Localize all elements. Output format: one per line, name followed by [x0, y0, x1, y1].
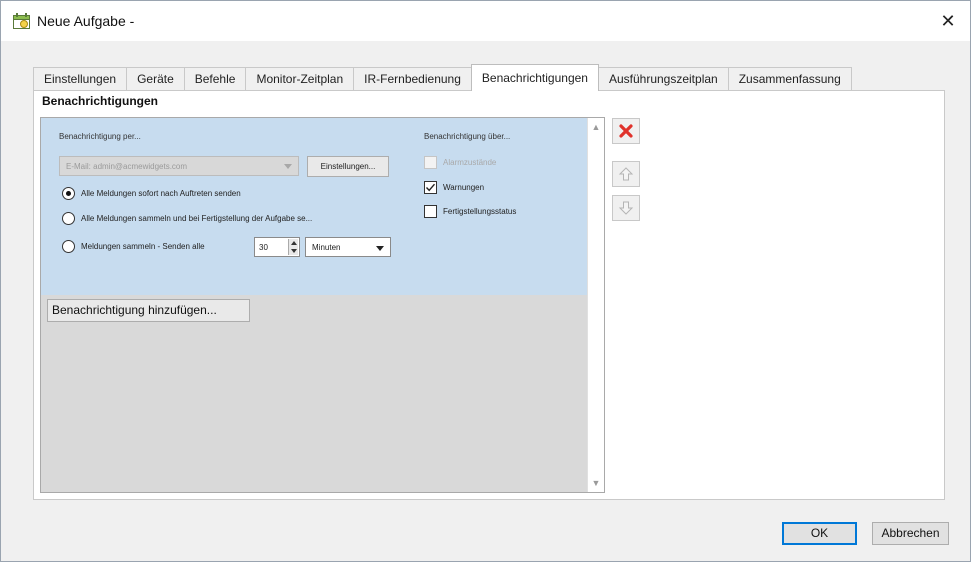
close-button[interactable]: ✕: [926, 1, 970, 41]
scroll-up-icon[interactable]: ▲: [591, 122, 601, 132]
ok-button[interactable]: OK: [782, 522, 857, 545]
notification-list: Benachrichtigung per... E-Mail: admin@ac…: [40, 117, 605, 493]
window-title: Neue Aufgabe -: [37, 13, 135, 29]
email-recipient-select[interactable]: E-Mail: admin@acmewidgets.com: [59, 156, 299, 176]
title-bar: Neue Aufgabe - ✕: [1, 1, 970, 41]
arrow-down-icon: [618, 201, 634, 215]
checkbox-alarmzustaende[interactable]: Alarmzustände: [424, 156, 496, 169]
radio-label: Alle Meldungen sofort nach Auftreten sen…: [81, 189, 241, 198]
tab-ir-fernbedienung[interactable]: IR-Fernbedienung: [353, 67, 472, 91]
checkbox[interactable]: [424, 156, 437, 169]
email-settings-button[interactable]: Einstellungen...: [307, 156, 389, 177]
add-notification-button[interactable]: Benachrichtigung hinzufügen...: [47, 299, 250, 322]
notify-about-label: Benachrichtigung über...: [424, 132, 511, 141]
chevron-down-icon: [376, 246, 384, 251]
tab-geraete[interactable]: Geräte: [126, 67, 185, 91]
tab-zusammenfassung[interactable]: Zusammenfassung: [727, 67, 852, 91]
tab-panel-benachrichtigungen: Benachrichtigungen Benachrichtigung per.…: [33, 90, 945, 500]
tab-monitor-zeitplan[interactable]: Monitor-Zeitplan: [245, 67, 355, 91]
interval-stepper[interactable]: 30: [254, 237, 300, 257]
checkbox[interactable]: [424, 205, 437, 218]
radio-collect-interval[interactable]: Meldungen sammeln - Senden alle: [62, 240, 205, 253]
notification-item[interactable]: Benachrichtigung per... E-Mail: admin@ac…: [41, 118, 587, 295]
tab-befehle[interactable]: Befehle: [183, 67, 247, 91]
radio-label: Meldungen sammeln - Senden alle: [81, 242, 205, 251]
radio-button[interactable]: [62, 240, 75, 253]
delete-icon: [619, 124, 633, 138]
cancel-button[interactable]: Abbrechen: [872, 522, 949, 545]
chevron-down-icon: [284, 164, 292, 169]
checkbox-checked[interactable]: [424, 181, 437, 194]
radio-send-immediately[interactable]: Alle Meldungen sofort nach Auftreten sen…: [62, 187, 241, 200]
task-app-icon: [13, 13, 30, 29]
radio-label: Alle Meldungen sammeln und bei Fertigste…: [81, 214, 313, 223]
arrow-up-icon: [618, 167, 634, 181]
list-scrollbar[interactable]: ▲ ▼: [587, 118, 604, 492]
checkbox-fertigstellungsstatus[interactable]: Fertigstellungsstatus: [424, 205, 516, 218]
move-up-button[interactable]: [612, 161, 640, 187]
interval-unit-select[interactable]: Minuten: [305, 237, 391, 257]
email-recipient-value: E-Mail: admin@acmewidgets.com: [66, 162, 188, 171]
notify-via-label: Benachrichtigung per...: [59, 132, 141, 141]
section-title: Benachrichtigungen: [42, 94, 159, 108]
stepper-arrows-icon[interactable]: [288, 239, 298, 255]
radio-button[interactable]: [62, 187, 75, 200]
tab-strip: Einstellungen Geräte Befehle Monitor-Zei…: [33, 64, 852, 91]
checkbox-label: Warnungen: [443, 183, 485, 192]
checkmark-icon: [425, 183, 436, 192]
interval-value: 30: [259, 243, 268, 252]
tab-ausfuehrungszeitplan[interactable]: Ausführungszeitplan: [597, 67, 729, 91]
close-icon: ✕: [940, 10, 956, 31]
dialog-window: Neue Aufgabe - ✕ Einstellungen Geräte Be…: [0, 0, 971, 562]
checkbox-label: Alarmzustände: [443, 158, 497, 167]
move-down-button[interactable]: [612, 195, 640, 221]
delete-notification-button[interactable]: [612, 118, 640, 144]
interval-unit-value: Minuten: [312, 243, 341, 252]
scroll-down-icon[interactable]: ▼: [591, 478, 601, 488]
tab-benachrichtigungen[interactable]: Benachrichtigungen: [470, 64, 599, 91]
checkbox-warnungen[interactable]: Warnungen: [424, 181, 484, 194]
tab-einstellungen[interactable]: Einstellungen: [33, 67, 128, 91]
radio-button[interactable]: [62, 212, 75, 225]
checkbox-label: Fertigstellungsstatus: [443, 207, 517, 216]
radio-collect-on-completion[interactable]: Alle Meldungen sammeln und bei Fertigste…: [62, 212, 312, 225]
